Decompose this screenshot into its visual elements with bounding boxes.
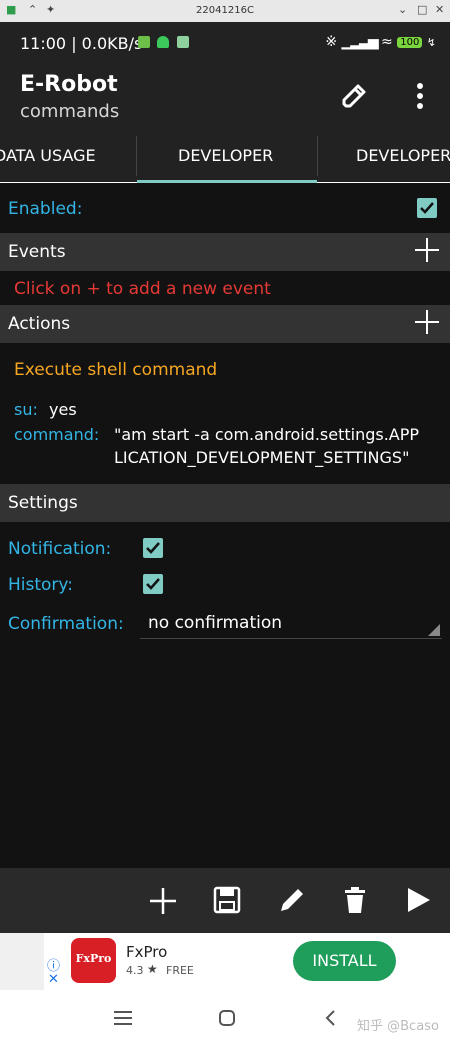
command-value-line2: LICATION_DEVELOPMENT_SETTINGS" <box>114 448 410 467</box>
fxpro-logo: FxPro <box>71 938 116 983</box>
su-value: yes <box>49 400 77 419</box>
ad-app-name: FxPro <box>126 943 168 961</box>
checkmark-icon <box>146 542 160 554</box>
history-checkbox[interactable] <box>143 574 163 594</box>
install-button[interactable]: INSTALL <box>293 941 396 981</box>
enabled-label: Enabled: <box>8 199 83 219</box>
app-bar: E-Robot commands <box>0 64 450 128</box>
command-label: command: <box>14 425 100 444</box>
app-subtitle: commands <box>20 101 120 122</box>
ad-close-icon[interactable]: ✕ <box>48 972 59 987</box>
bluetooth-icon: ※ <box>325 34 338 50</box>
actions-section-header: Actions <box>0 305 450 343</box>
back-icon[interactable] <box>323 1009 337 1027</box>
home-icon[interactable] <box>218 1009 236 1027</box>
status-bar: 11:00 | 0.0KB/s ※ ▁▂▃▅ ≈ 100 ↯ <box>0 22 450 64</box>
tab-developer[interactable]: DEVELOPER <box>178 146 273 165</box>
notification-checkbox[interactable] <box>143 538 163 558</box>
events-header: Events <box>8 242 66 262</box>
charging-icon: ↯ <box>426 36 436 49</box>
tab-bar: DATA USAGE DEVELOPER DEVELOPER <box>0 128 450 182</box>
add-action-icon[interactable] <box>412 307 442 337</box>
app-notification-icon <box>177 36 189 48</box>
run-icon[interactable] <box>406 886 432 914</box>
settings-header: Settings <box>8 493 78 513</box>
command-value-line1: "am start -a com.android.settings.APP <box>114 425 420 444</box>
action-title[interactable]: Execute shell command <box>14 360 217 380</box>
notification-icon <box>138 36 150 48</box>
fxpro-logo-text: FxPro <box>75 952 112 965</box>
minimize-icon[interactable]: ⌄ <box>398 3 407 16</box>
star-icon: ★ <box>147 962 158 976</box>
close-icon[interactable]: ✕ <box>435 3 444 16</box>
history-label: History: <box>8 575 73 595</box>
edit-pencil-icon[interactable] <box>277 885 307 915</box>
menu-icon[interactable] <box>114 1010 132 1026</box>
battery-icon: 100 <box>397 36 423 48</box>
command-editor: Enabled: Events Click on + to add a new … <box>0 183 450 868</box>
add-icon[interactable] <box>148 886 178 916</box>
dropdown-arrow-icon <box>428 624 440 636</box>
tab-developer-2[interactable]: DEVELOPER <box>356 146 450 165</box>
su-label: su: <box>14 400 38 419</box>
system-icons: ※ ▁▂▃▅ ≈ 100 ↯ <box>325 34 436 50</box>
status-time: 11:00 | 0.0KB/s <box>20 34 143 53</box>
watermark: 知乎 @Bcaso <box>357 1019 439 1034</box>
enabled-checkbox[interactable] <box>417 198 437 218</box>
wifi-icon: ≈ <box>381 34 393 50</box>
add-event-hint[interactable]: Click on + to add a new event <box>14 279 271 299</box>
tab-data-usage[interactable]: DATA USAGE <box>0 146 96 165</box>
ad-price: FREE <box>166 964 194 977</box>
signal-icon: ▁▂▃▅ <box>341 34 379 50</box>
notification-label: Notification: <box>8 539 112 559</box>
app-title: E-Robot <box>20 72 118 97</box>
window-chrome: ■ ⌃ ✦ 22041216C ⌄ □ ✕ <box>0 0 450 22</box>
actions-header: Actions <box>8 314 71 334</box>
settings-section-header: Settings <box>0 484 450 522</box>
events-section-header: Events <box>0 233 450 271</box>
maximize-icon[interactable]: □ <box>417 3 427 16</box>
bottom-toolbar <box>0 868 450 933</box>
ad-banner[interactable]: ⓘ ✕ FxPro FxPro 4.3 ★ FREE INSTALL <box>0 933 450 990</box>
delete-icon[interactable] <box>343 885 367 915</box>
install-button-label: INSTALL <box>312 951 377 970</box>
checkmark-icon <box>146 578 160 590</box>
window-title: 22041216C <box>196 5 254 16</box>
confirmation-value: no confirmation <box>148 613 283 633</box>
checkmark-icon <box>420 202 434 214</box>
confirmation-dropdown[interactable]: no confirmation <box>140 608 442 639</box>
ad-side-panel <box>0 933 44 990</box>
tab-divider <box>317 136 318 176</box>
tab-divider <box>136 136 137 176</box>
edit-icon[interactable] <box>338 80 370 112</box>
navigation-bar: 知乎 @Bcaso <box>0 990 450 1043</box>
more-options-icon[interactable] <box>408 80 432 112</box>
shield-icon <box>157 36 169 48</box>
add-event-icon[interactable] <box>412 235 442 265</box>
save-icon[interactable] <box>213 886 241 914</box>
ad-rating: 4.3 <box>126 964 144 977</box>
confirmation-label: Confirmation: <box>8 614 124 634</box>
